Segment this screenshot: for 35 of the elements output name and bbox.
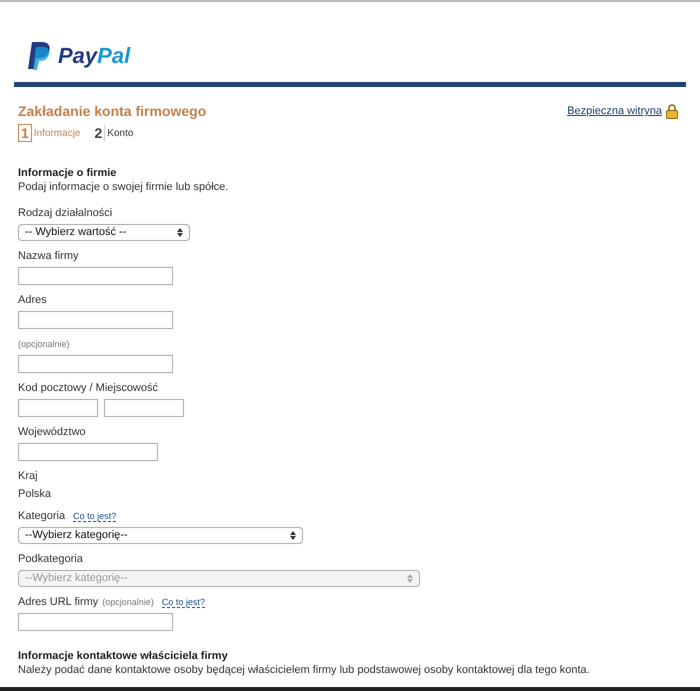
country-value: Polska [18, 487, 52, 501]
text-input[interactable] [18, 311, 173, 329]
field-label: Rodzaj działalności [18, 206, 112, 220]
padlock-icon [666, 104, 678, 119]
text-input[interactable] [18, 613, 173, 631]
section-description: Należy podać dane kontaktowe osoby będącej właścicielem firmy lub podstawowej osoby kontaktowej dla tego konta. [18, 663, 591, 677]
field-label: Kod pocztowy / Miejscowość [18, 381, 158, 395]
stepper-arrows-icon [407, 574, 413, 583]
logo-text: PayPal [58, 45, 130, 67]
stepper-arrows-icon [290, 531, 296, 540]
field-label: Nazwa firmy [18, 249, 79, 263]
help-link[interactable]: Co to jest? [162, 597, 205, 608]
postal-code-input[interactable] [18, 399, 98, 417]
text-input[interactable] [18, 443, 158, 461]
text-input[interactable] [18, 355, 173, 373]
secure-site-link[interactable]: Bezpieczna witryna [567, 103, 662, 120]
field-label: Kraj [18, 469, 38, 483]
help-link[interactable]: Co to jest? [73, 511, 116, 522]
city-input[interactable] [104, 399, 184, 417]
section-description: Podaj informacje o swojej firmie lub spółce. [18, 180, 230, 194]
field-label: Adres URL firmy [18, 595, 98, 609]
section-heading: Informacje o firmie [18, 166, 118, 180]
optional-note: (opcjonalnie) [102, 596, 154, 609]
logo-icon [28, 42, 52, 70]
field-label: Kategoria [18, 509, 66, 523]
field-label: Podkategoria [18, 552, 83, 566]
field-label: Adres [18, 293, 47, 307]
section-heading: Informacje kontaktowe właściciela firmy [18, 649, 229, 663]
dropdown-select[interactable]: --Wybierz kategorię-- [18, 527, 303, 544]
optional-note: (opcjonalnie) [18, 338, 70, 351]
dropdown-select[interactable]: -- Wybierz wartość -- [18, 224, 190, 241]
stepper-arrows-icon [177, 228, 183, 237]
page-title: Zakładanie konta firmowego [18, 102, 206, 121]
field-label: Województwo [18, 425, 86, 439]
text-input[interactable] [18, 267, 173, 285]
